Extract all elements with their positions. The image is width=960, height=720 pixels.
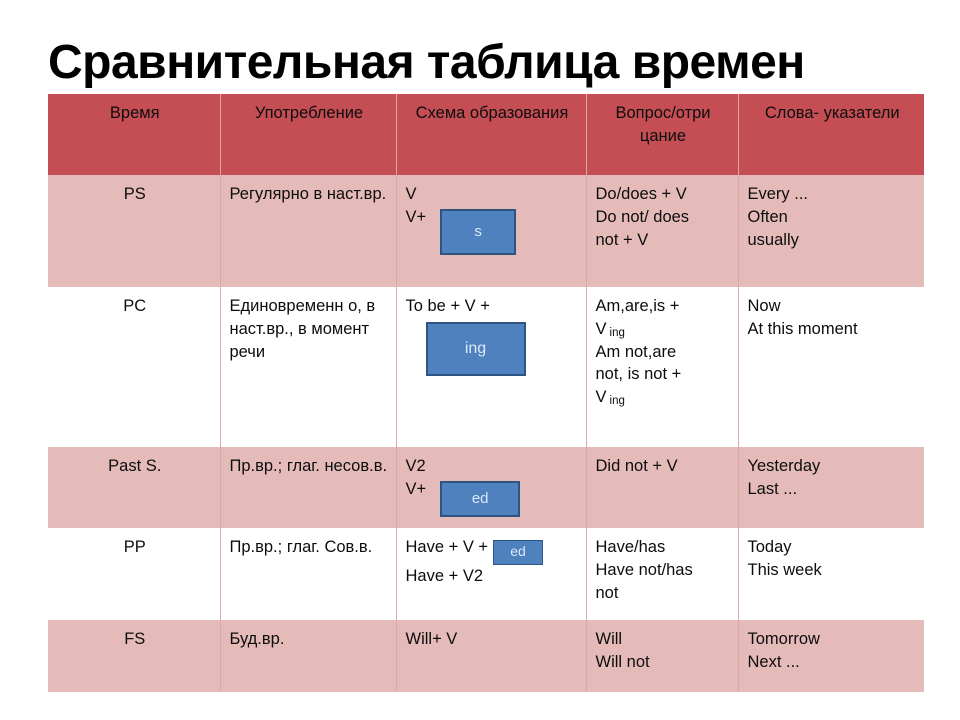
cell-formation: V V+ s	[396, 175, 587, 287]
marker-line: Now	[747, 297, 781, 315]
marker-line: At this moment	[747, 319, 858, 338]
column-header-formation: Схема образования	[396, 94, 587, 175]
cell-question-negation: Am,are,is + Ving Am not,are not, is not …	[586, 287, 739, 447]
marker-line: Next ...	[747, 652, 800, 671]
formation-line: Will+ V	[405, 630, 458, 648]
marker-line: This week	[747, 560, 822, 579]
cell-formation: Have + V + ed Have + V2	[396, 528, 587, 620]
formation-line: Have + V2	[405, 567, 484, 585]
cell-question-negation: Do/does + V Do not/ does not + V	[586, 175, 739, 287]
question-line: Do/does + V	[595, 185, 687, 203]
marker-line: Yesterday	[747, 457, 821, 475]
table-row: PS Регулярно в наст.вр. V V+ s Do/does + …	[48, 175, 924, 287]
marker-line: Every ...	[747, 185, 809, 203]
cell-formation: Will+ V	[396, 620, 587, 692]
question-line: Have/has	[595, 538, 666, 556]
formation-line: Have + V + ed	[406, 536, 579, 565]
question-line: Will not	[595, 652, 650, 671]
cell-markers: Tomorrow Next ...	[738, 620, 924, 692]
question-line: Did not + V	[595, 457, 678, 475]
question-line: not, is not +	[595, 365, 682, 384]
formation-line: V	[405, 185, 417, 203]
cell-markers: Every ... Often usually	[738, 175, 924, 287]
table-header-row: Время Употребление Схема образования Воп…	[48, 94, 924, 175]
cell-formation: To be + V + ing	[396, 287, 587, 447]
question-line: Am not,are	[595, 342, 677, 361]
cell-usage: Пр.вр.; глаг. несов.в.	[220, 447, 397, 528]
cell-tense: PS	[48, 175, 221, 287]
formation-line-text: Have + V +	[405, 538, 489, 556]
ending-chip-s: s	[440, 208, 517, 255]
question-line-base: V	[595, 388, 607, 407]
question-line-subscript: ing	[609, 395, 625, 408]
marker-line: usually	[747, 230, 799, 249]
cell-tense: PP	[48, 528, 221, 620]
table-body: PS Регулярно в наст.вр. V V+ s Do/does + …	[48, 175, 924, 692]
question-line: Ving	[596, 318, 731, 341]
question-line: Am,are,is +	[595, 297, 680, 315]
cell-markers: Now At this moment	[738, 287, 924, 447]
cell-tense: Past S.	[48, 447, 221, 528]
cell-usage: Буд.вр.	[220, 620, 397, 692]
column-header-time: Время	[48, 94, 221, 175]
cell-formation: V2 V+ ed	[396, 447, 587, 528]
ending-chip-ed: ed	[440, 480, 521, 517]
cell-usage: Пр.вр.; глаг. Сов.в.	[220, 528, 397, 620]
cell-markers: Yesterday Last ...	[738, 447, 924, 528]
question-line: not	[595, 583, 619, 602]
cell-question-negation: Have/has Have not/has not	[586, 528, 739, 620]
column-header-usage: Употребление	[220, 94, 397, 175]
table-row: PC Единовременн о, в наст.вр., в момент …	[48, 287, 924, 447]
table-header: Время Употребление Схема образования Воп…	[48, 94, 924, 175]
column-header-markers: Слова- указатели	[764, 104, 900, 122]
page-title: Сравнительная таблица времен	[48, 36, 805, 89]
marker-line: Often	[747, 207, 788, 226]
formation-line-text: V+	[405, 207, 427, 226]
column-header-question: Вопрос/отри цание	[586, 94, 739, 175]
cell-markers: Today This week	[738, 528, 924, 620]
ending-chip-ing: ing	[425, 321, 526, 376]
cell-usage: Регулярно в наст.вр.	[220, 175, 397, 287]
marker-line: Tomorrow	[747, 630, 820, 648]
ending-chip-ed: ed	[493, 540, 544, 565]
question-line: Ving	[596, 386, 731, 409]
question-line: Will	[595, 630, 623, 648]
cell-question-negation: Did not + V	[586, 447, 739, 528]
formation-line-text: V+	[405, 479, 427, 498]
cell-tense: PC	[48, 287, 221, 447]
table-row: FS Буд.вр. Will+ V Will Will not Tomorro…	[48, 620, 924, 692]
cell-tense: FS	[48, 620, 221, 692]
formation-line: V+ ed	[406, 478, 579, 517]
question-line-subscript: ing	[609, 326, 625, 339]
comparative-tense-table: Время Употребление Схема образования Воп…	[48, 94, 924, 692]
question-line: Do not/ does	[595, 207, 690, 226]
cell-question-negation: Will Will not	[586, 620, 739, 692]
cell-usage: Единовременн о, в наст.вр., в момент реч…	[220, 287, 397, 447]
formation-line: V+ s	[406, 206, 579, 255]
marker-line: Last ...	[747, 479, 798, 498]
table-row: PP Пр.вр.; глаг. Сов.в. Have + V + ed Hav…	[48, 528, 924, 620]
formation-line: To be + V +	[405, 297, 490, 315]
question-line-base: V	[595, 319, 607, 338]
formation-line: V2	[405, 457, 426, 475]
question-line: not + V	[595, 230, 649, 249]
question-line: Have not/has	[595, 560, 693, 579]
marker-line: Today	[747, 538, 792, 556]
table-row: Past S. Пр.вр.; глаг. несов.в. V2 V+ ed D…	[48, 447, 924, 528]
